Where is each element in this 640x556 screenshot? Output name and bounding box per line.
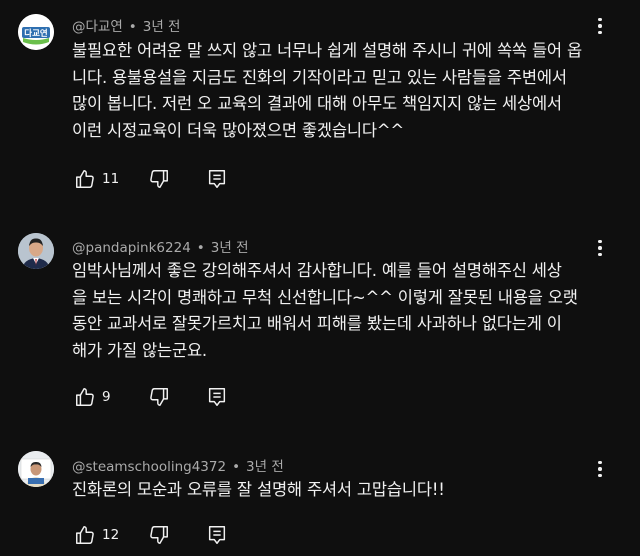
reply-button[interactable]	[204, 384, 230, 410]
meta-separator: •	[128, 19, 137, 35]
thumbs-down-icon	[150, 388, 168, 406]
comment-line: 진화론의 모순과 오류를 잘 설명해 주셔서 고맙습니다!!	[72, 480, 445, 499]
meta-separator: •	[196, 240, 205, 256]
thumbs-down-icon	[150, 170, 168, 188]
comment-text: 불필요한 어려운 말 쓰지 않고 너무나 쉽게 설명해 주시니 귀에 쏙쏙 들어…	[72, 38, 592, 144]
comment-time[interactable]: 3년 전	[211, 240, 249, 256]
comment-line: 을 보는 시각이 명쾌하고 무척 신선합니다~^^ 이렇게 잘못된 내용을 오랫	[72, 287, 578, 307]
comment-actions: 11	[72, 166, 230, 192]
meta-separator: •	[232, 459, 241, 475]
thumbs-up-icon	[76, 170, 94, 188]
thumbs-down-icon	[150, 526, 168, 544]
comment-line: 해가 가질 않는군요.	[72, 340, 207, 360]
avatar-person-icon	[18, 233, 54, 269]
reply-icon	[208, 388, 226, 406]
svg-text:다교연: 다교연	[24, 28, 48, 39]
comment-meta: @pandapink6224 • 3년 전	[72, 236, 249, 256]
comment-text: 진화론의 모순과 오류를 잘 설명해 주셔서 고맙습니다!!	[72, 477, 592, 504]
comment-line: 불필요한 어려운 말 쓰지 않고 너무나 쉽게 설명해 주시니 귀에 쏙쏙 들어…	[72, 41, 582, 60]
comment-meta: @다교연 • 3년 전	[72, 15, 180, 35]
more-actions-button[interactable]	[590, 236, 610, 260]
comment-actions: 12	[72, 522, 230, 548]
like-button[interactable]	[72, 522, 98, 548]
like-button[interactable]	[72, 384, 98, 410]
avatar-logo-icon: 다교연	[18, 14, 54, 50]
reply-button[interactable]	[204, 522, 230, 548]
thumbs-up-icon	[76, 526, 94, 544]
like-button[interactable]	[72, 166, 98, 192]
comment-actions: 9	[72, 384, 230, 410]
like-count: 9	[102, 389, 111, 405]
comment-author[interactable]: @다교연	[72, 19, 123, 35]
dislike-button[interactable]	[146, 384, 172, 410]
more-actions-button[interactable]	[590, 14, 610, 38]
more-actions-button[interactable]	[590, 457, 610, 481]
comment-time[interactable]: 3년 전	[143, 19, 181, 35]
avatar-person-icon	[18, 451, 54, 487]
avatar[interactable]	[18, 451, 54, 487]
reply-button[interactable]	[204, 166, 230, 192]
like-count: 11	[102, 171, 120, 187]
comment-time[interactable]: 3년 전	[246, 459, 284, 475]
comment-author[interactable]: @pandapink6224	[72, 240, 191, 256]
comment-meta: @steamschooling4372 • 3년 전	[72, 455, 284, 475]
comment-line: 임박사님께서 좋은 강의해주셔서 감사합니다. 예를 들어 설명해주신 세상	[72, 261, 562, 280]
comment-text: 임박사님께서 좋은 강의해주셔서 감사합니다. 예를 들어 설명해주신 세상 을…	[72, 258, 592, 364]
avatar[interactable]	[18, 233, 54, 269]
dislike-button[interactable]	[146, 522, 172, 548]
reply-icon	[208, 526, 226, 544]
like-count: 12	[102, 527, 120, 543]
comment-line: 동안 교과서로 잘못가르치고 배워서 피해를 봤는데 사과하나 없다는게 이	[72, 314, 562, 333]
comment-author[interactable]: @steamschooling4372	[72, 459, 226, 475]
avatar[interactable]: 다교연	[18, 14, 54, 50]
comment-line: 많이 봅니다. 저런 오 교육의 결과에 대해 아무도 책임지지 않는 세상에서	[72, 94, 562, 113]
comment-line: 니다. 용불용설을 지금도 진화의 기작이라고 믿고 있는 사람들을 주변에서	[72, 67, 567, 87]
comment-line: 이런 시정교육이 더욱 많아졌으면 좋겠습니다^^	[72, 120, 405, 140]
dislike-button[interactable]	[146, 166, 172, 192]
reply-icon	[208, 170, 226, 188]
thumbs-up-icon	[76, 388, 94, 406]
